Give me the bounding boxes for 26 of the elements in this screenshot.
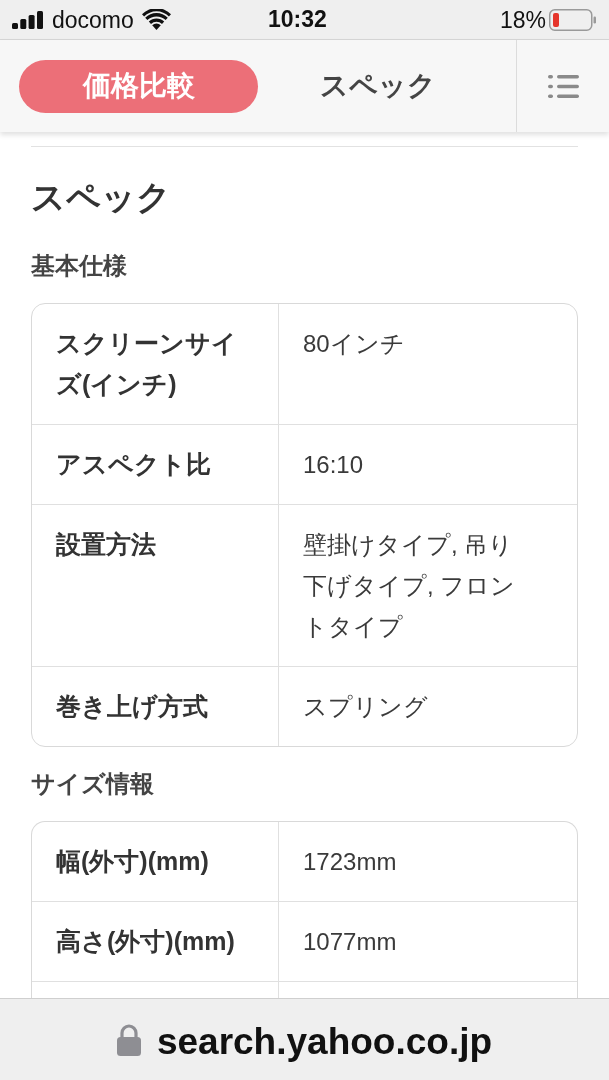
section-heading: サイズ情報	[31, 769, 155, 799]
spec-label: 高さ(外寸)(mm)	[56, 926, 236, 957]
page-heading: スペック	[31, 177, 172, 218]
spec-label: スクリーンサイズ(インチ)	[56, 328, 238, 400]
battery-percent: 18%	[499, 5, 546, 34]
tab[interactable]: スペック	[258, 59, 497, 113]
spec-value: 16:10	[303, 450, 365, 480]
spec-label: 巻き上げ方式	[56, 691, 209, 722]
lock-icon	[116, 1023, 141, 1056]
spec-value: 1077mm	[303, 927, 398, 957]
menu-button[interactable]	[547, 74, 579, 98]
spec-label: 幅(外寸)(mm)	[56, 846, 210, 877]
spec-value: 80インチ	[303, 329, 406, 359]
battery-icon	[549, 8, 597, 31]
section-heading: 基本仕様	[31, 251, 128, 281]
spec-value: 壁掛けタイプ, 吊り下げタイプ, フロントタイプ	[303, 530, 517, 642]
list-menu-icon	[547, 74, 579, 98]
spec-label: アスペクト比	[56, 449, 212, 480]
spec-value: 1723mm	[303, 847, 398, 877]
clock-time: 10:32	[268, 5, 327, 33]
wifi-icon	[141, 9, 171, 30]
carrier-name: docomo	[52, 5, 134, 34]
spec-label: 設置方法	[56, 529, 157, 560]
signal-icon	[12, 10, 43, 29]
spec-value: スプリング	[303, 692, 429, 722]
url-text: search.yahoo.co.jp	[156, 1019, 493, 1064]
